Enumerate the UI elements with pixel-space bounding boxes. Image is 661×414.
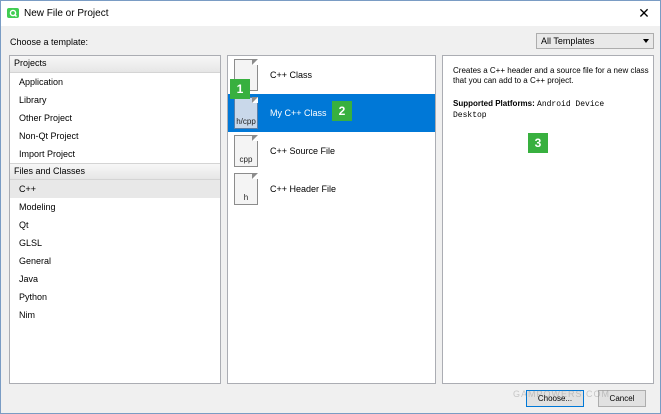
category-group-files-and-classes: Files and Classes: [10, 163, 220, 180]
platform-android-device: Android Device: [537, 100, 605, 109]
platform-desktop: Desktop: [453, 111, 487, 120]
category-item-python[interactable]: Python: [10, 288, 220, 306]
category-item-cpp[interactable]: C++: [10, 180, 220, 198]
close-icon[interactable]: ✕: [636, 5, 652, 21]
choose-template-label: Choose a template:: [10, 37, 89, 47]
category-item-library[interactable]: Library: [10, 91, 220, 109]
category-group-projects: Projects: [10, 56, 220, 73]
category-item-import-project[interactable]: Import Project: [10, 145, 220, 163]
supported-platforms: Supported Platforms: Android Device Desk…: [453, 99, 649, 121]
supported-platforms-label: Supported Platforms:: [453, 99, 535, 108]
template-details: Creates a C++ header and a source file f…: [442, 55, 654, 384]
template-name: C++ Class: [270, 70, 313, 80]
chevron-down-icon: [643, 39, 649, 43]
category-list: Projects Application Library Other Proje…: [9, 55, 221, 384]
category-item-application[interactable]: Application: [10, 73, 220, 91]
qt-creator-app-icon: [7, 8, 19, 18]
window-title: New File or Project: [24, 8, 109, 19]
category-item-glsl[interactable]: GLSL: [10, 234, 220, 252]
annotation-badge-3: 3: [528, 133, 548, 153]
title-bar: New File or Project ✕: [1, 1, 660, 26]
template-item-cpp-header-file[interactable]: h C++ Header File: [228, 170, 435, 208]
category-item-general[interactable]: General: [10, 252, 220, 270]
template-icon-label: h: [243, 193, 249, 202]
template-item-cpp-source-file[interactable]: cpp C++ Source File: [228, 132, 435, 170]
template-filter-dropdown[interactable]: All Templates: [536, 33, 654, 49]
category-item-qt[interactable]: Qt: [10, 216, 220, 234]
choose-button[interactable]: Choose...: [526, 390, 584, 407]
category-item-non-qt-project[interactable]: Non-Qt Project: [10, 127, 220, 145]
template-icon-label: cpp: [239, 155, 253, 164]
h-file-icon: h: [234, 173, 258, 205]
cpp-file-icon: cpp: [234, 135, 258, 167]
template-item-cpp-class[interactable]: C++ Class: [228, 56, 435, 94]
cancel-button[interactable]: Cancel: [598, 390, 646, 407]
template-filter-value: All Templates: [541, 36, 595, 46]
h-cpp-file-icon: h/cpp: [234, 97, 258, 129]
category-item-other-project[interactable]: Other Project: [10, 109, 220, 127]
template-name: My C++ Class: [270, 108, 327, 118]
category-item-java[interactable]: Java: [10, 270, 220, 288]
category-item-modeling[interactable]: Modeling: [10, 198, 220, 216]
annotation-badge-2: 2: [332, 101, 352, 121]
template-name: C++ Source File: [270, 146, 336, 156]
template-icon-label: h/cpp: [236, 117, 256, 126]
category-item-nim[interactable]: Nim: [10, 306, 220, 324]
template-description: Creates a C++ header and a source file f…: [453, 66, 649, 85]
new-file-dialog: New File or Project ✕ Choose a template:…: [0, 0, 661, 414]
annotation-badge-1: 1: [230, 79, 250, 99]
template-name: C++ Header File: [270, 184, 337, 194]
